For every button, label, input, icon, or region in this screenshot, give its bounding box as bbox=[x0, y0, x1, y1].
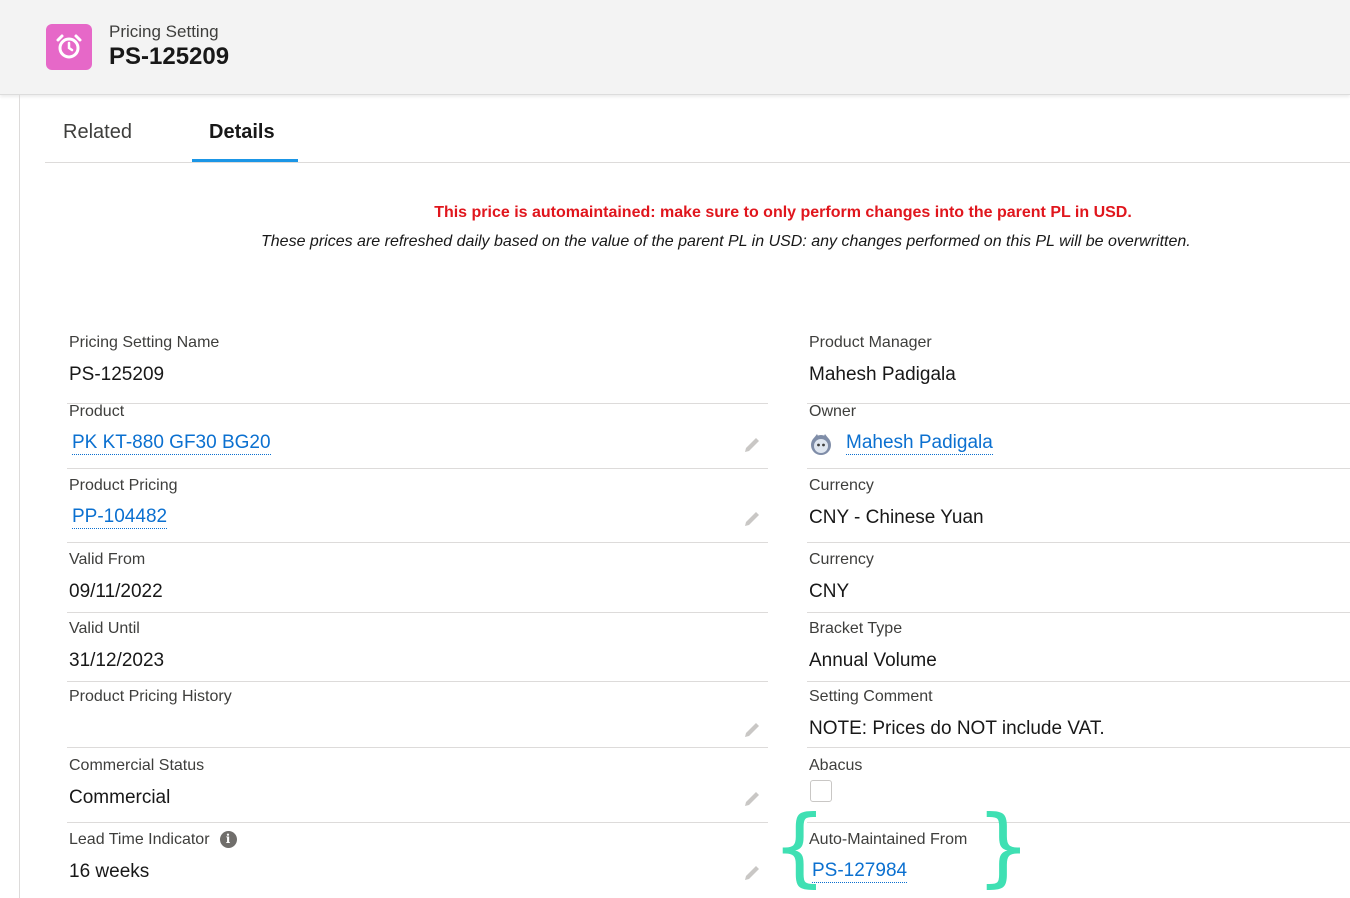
field-product-pricing-history: Product Pricing History bbox=[67, 688, 768, 748]
tab-related[interactable]: Related bbox=[63, 121, 132, 144]
alarm-clock-icon bbox=[46, 24, 92, 70]
edit-pencil-icon[interactable] bbox=[742, 863, 762, 883]
object-type-label: Pricing Setting bbox=[109, 22, 219, 41]
field-value: 16 weeks bbox=[69, 861, 150, 882]
field-label: Currency bbox=[809, 551, 874, 568]
field-auto-maintained-from: Auto-Maintained From PS-127984 bbox=[807, 831, 1350, 898]
field-label-text: Lead Time Indicator bbox=[69, 831, 210, 848]
field-label: Abacus bbox=[809, 757, 863, 774]
field-value: CNY bbox=[809, 581, 850, 602]
field-product: Product PK KT-880 GF30 BG20 bbox=[67, 403, 768, 469]
record-tabs: Related Details bbox=[45, 95, 1350, 163]
field-value: NOTE: Prices do NOT include VAT. bbox=[809, 718, 1105, 739]
edit-pencil-icon[interactable] bbox=[742, 789, 762, 809]
field-product-pricing: Product Pricing PP-104482 bbox=[67, 477, 768, 543]
field-lead-time-indicator: Lead Time Indicator i 16 weeks bbox=[67, 831, 768, 898]
field-label: Product Manager bbox=[809, 334, 932, 351]
page-title: PS-125209 bbox=[109, 43, 230, 70]
field-label: Setting Comment bbox=[809, 688, 933, 705]
field-label: Valid Until bbox=[69, 620, 140, 637]
product-link[interactable]: PK KT-880 GF30 BG20 bbox=[72, 432, 271, 455]
record-header: Pricing Setting PS-125209 bbox=[0, 0, 1350, 95]
field-label: Product Pricing History bbox=[69, 688, 232, 705]
field-label: Currency bbox=[809, 477, 874, 494]
field-value: Annual Volume bbox=[809, 650, 937, 671]
field-label: Product bbox=[69, 403, 125, 420]
field-label: Valid From bbox=[69, 551, 146, 568]
field-pricing-setting-name: Pricing Setting Name PS-125209 bbox=[67, 334, 768, 404]
field-label: Auto-Maintained From bbox=[809, 831, 968, 848]
edit-pencil-icon[interactable] bbox=[742, 509, 762, 529]
edit-pencil-icon[interactable] bbox=[742, 435, 762, 455]
field-value: 09/11/2022 bbox=[69, 581, 163, 602]
refresh-note: These prices are refreshed daily based o… bbox=[261, 233, 1191, 250]
info-icon[interactable]: i bbox=[219, 831, 237, 848]
owner-link[interactable]: Mahesh Padigala bbox=[846, 432, 993, 455]
annotation-right-brace: } bbox=[976, 797, 1031, 897]
active-tab-indicator bbox=[192, 159, 298, 162]
field-abacus: Abacus bbox=[807, 757, 1350, 823]
tab-details[interactable]: Details bbox=[209, 121, 275, 144]
annotation-left-brace: { bbox=[772, 797, 827, 897]
field-label: Owner bbox=[809, 403, 857, 420]
field-label: Bracket Type bbox=[809, 620, 903, 637]
field-currency: Currency CNY - Chinese Yuan bbox=[807, 477, 1350, 543]
field-value: Mahesh Padigala bbox=[809, 364, 956, 385]
field-valid-from: Valid From 09/11/2022 bbox=[67, 551, 768, 613]
field-value: 31/12/2023 bbox=[69, 650, 165, 671]
field-value: PS-125209 bbox=[69, 364, 165, 385]
edit-pencil-icon[interactable] bbox=[742, 720, 762, 740]
field-valid-until: Valid Until 31/12/2023 bbox=[67, 620, 768, 682]
field-owner: Owner Mahesh Padigala bbox=[807, 403, 1350, 469]
field-label: Commercial Status bbox=[69, 757, 205, 774]
field-label: Lead Time Indicator i bbox=[69, 831, 237, 849]
avatar bbox=[809, 432, 833, 456]
field-bracket-type: Bracket Type Annual Volume bbox=[807, 620, 1350, 682]
field-product-manager: Product Manager Mahesh Padigala bbox=[807, 334, 1350, 404]
field-label: Pricing Setting Name bbox=[69, 334, 220, 351]
automaintained-warning: This price is automaintained: make sure … bbox=[434, 204, 1132, 221]
field-commercial-status: Commercial Status Commercial bbox=[67, 757, 768, 823]
product-pricing-link[interactable]: PP-104482 bbox=[72, 506, 168, 529]
field-setting-comment: Setting Comment NOTE: Prices do NOT incl… bbox=[807, 688, 1350, 748]
field-label: Product Pricing bbox=[69, 477, 178, 494]
field-value: Commercial bbox=[69, 787, 171, 808]
field-value: CNY - Chinese Yuan bbox=[809, 507, 984, 528]
field-currency-code: Currency CNY bbox=[807, 551, 1350, 613]
